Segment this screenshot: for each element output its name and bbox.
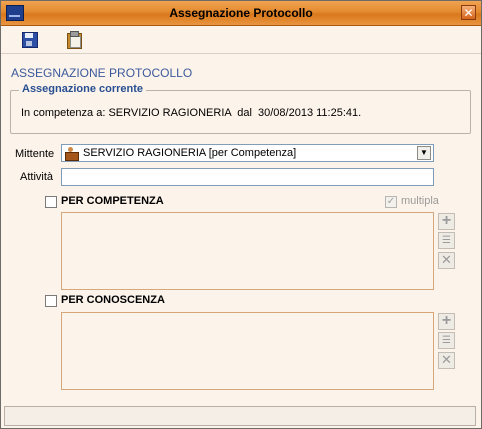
window-title: Assegnazione Protocollo (169, 6, 313, 20)
clipboard-icon[interactable] (66, 31, 84, 49)
multipla-checkbox[interactable]: ✓ (385, 196, 397, 208)
add-icon[interactable]: + (438, 213, 455, 230)
close-icon[interactable]: ✕ (461, 5, 476, 20)
office-icon (65, 147, 79, 161)
title-bar[interactable]: Assegnazione Protocollo ✕ (1, 1, 481, 26)
delete-icon[interactable]: ✕ (438, 352, 455, 369)
status-bar (4, 406, 476, 426)
tree-list-icon[interactable]: ☰ (438, 232, 455, 249)
tree-list-icon[interactable]: ☰ (438, 332, 455, 349)
multipla-label: multipla (401, 195, 439, 207)
current-assignment-legend: Assegnazione corrente (19, 83, 147, 95)
delete-icon[interactable]: ✕ (438, 252, 455, 269)
conoscenza-list[interactable] (61, 312, 434, 390)
page-title: ASSEGNAZIONE PROTOCOLLO (11, 66, 193, 80)
attivita-label: Attività (20, 171, 54, 183)
save-icon[interactable] (21, 31, 39, 49)
attivita-input[interactable] (61, 168, 434, 186)
mittente-value: SERVIZIO RAGIONERIA [per Competenza] (83, 147, 297, 159)
dialog-window: Assegnazione Protocollo ✕ ASSEGNAZIONE P… (0, 0, 482, 429)
competenza-label: PER COMPETENZA (61, 195, 164, 207)
current-assignment-fieldset: Assegnazione corrente In competenza a: S… (10, 83, 471, 134)
add-icon[interactable]: + (438, 313, 455, 330)
chevron-down-icon[interactable]: ▼ (417, 146, 431, 160)
competenza-list[interactable] (61, 212, 434, 290)
conoscenza-label: PER CONOSCENZA (61, 294, 165, 306)
competenza-checkbox[interactable] (45, 196, 57, 208)
current-assignment-text: In competenza a: SERVIZIO RAGIONERIA dal… (21, 107, 362, 119)
mittente-label: Mittente (15, 148, 55, 160)
conoscenza-checkbox[interactable] (45, 295, 57, 307)
mittente-select[interactable]: SERVIZIO RAGIONERIA [per Competenza] ▼ (61, 144, 434, 162)
toolbar (1, 26, 481, 54)
